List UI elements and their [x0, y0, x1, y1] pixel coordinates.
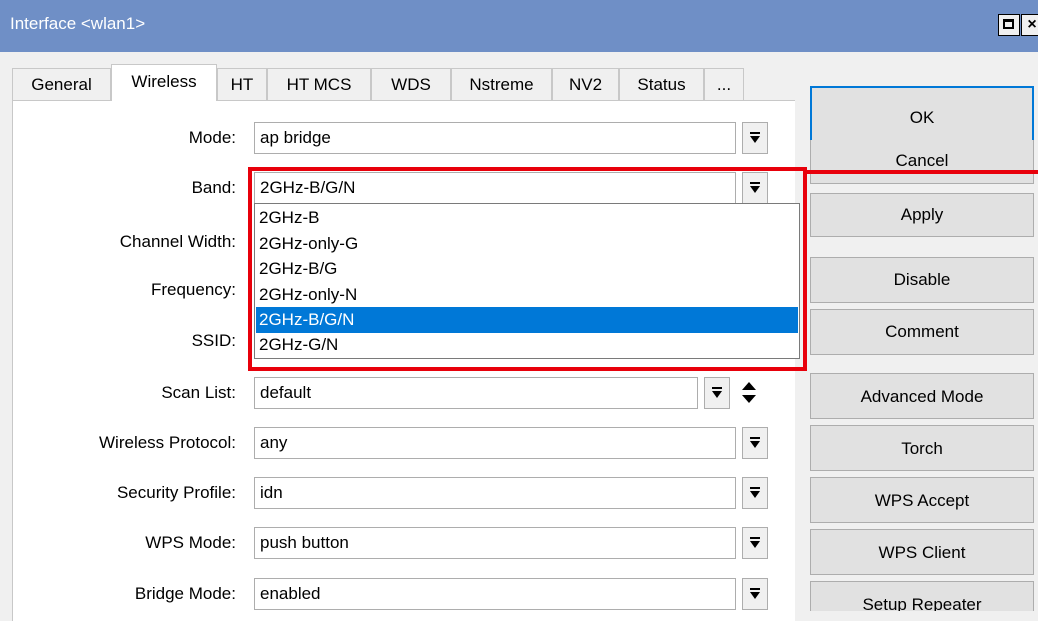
- band-label: Band:: [191, 178, 236, 197]
- ssid-label: SSID:: [191, 331, 236, 350]
- mode-dropdown-button[interactable]: [742, 122, 768, 154]
- tab-nstreme[interactable]: Nstreme: [451, 68, 552, 100]
- tab-label: ...: [716, 75, 732, 94]
- tab-wds[interactable]: WDS: [371, 68, 451, 100]
- setup-repeater-button-label: Setup Repeater: [862, 595, 982, 611]
- annotation-highlight-line: [807, 170, 1038, 174]
- security-profile-dropdown-button[interactable]: [742, 477, 768, 509]
- mode-label: Mode:: [188, 128, 236, 147]
- tab-ht[interactable]: HT: [217, 68, 267, 100]
- torch-button[interactable]: Torch: [810, 425, 1034, 471]
- tab-label: WDS: [391, 75, 431, 94]
- comment-button-label: Comment: [885, 322, 959, 341]
- advanced-mode-button[interactable]: Advanced Mode: [810, 373, 1034, 419]
- tab-ht-mcs[interactable]: HT MCS: [267, 68, 371, 100]
- tab-bar: General Wireless HT HT MCS WDS Nstreme N…: [0, 64, 800, 101]
- wireless-protocol-label: Wireless Protocol:: [99, 433, 236, 452]
- tab-label: Wireless: [131, 72, 197, 91]
- channel-width-label: Channel Width:: [119, 232, 236, 251]
- wps-mode-select[interactable]: push button: [254, 527, 736, 559]
- dropdown-arrow-icon: [750, 487, 760, 498]
- apply-button-label: Apply: [900, 205, 944, 224]
- dropdown-arrow-icon: [750, 588, 760, 599]
- tab-more[interactable]: ...: [704, 68, 744, 100]
- wireless-protocol-dropdown-button[interactable]: [742, 427, 768, 459]
- close-icon[interactable]: ×: [1021, 14, 1038, 36]
- wps-mode-dropdown-button[interactable]: [742, 527, 768, 559]
- torch-button-label: Torch: [901, 439, 943, 458]
- move-up-down-icon[interactable]: [741, 380, 757, 406]
- disable-button[interactable]: Disable: [810, 257, 1034, 303]
- scan-list-select[interactable]: default: [254, 377, 698, 409]
- tab-label: Nstreme: [469, 75, 534, 94]
- maximize-icon[interactable]: [998, 14, 1020, 36]
- tab-general[interactable]: General: [12, 68, 111, 100]
- scan-list-label: Scan List:: [161, 383, 236, 402]
- title-bar: Interface <wlan1> ×: [0, 0, 1038, 52]
- wps-client-button[interactable]: WPS Client: [810, 529, 1034, 575]
- window-title: Interface <wlan1>: [10, 14, 146, 33]
- tab-label: HT MCS: [286, 75, 352, 94]
- tab-label: HT: [230, 75, 254, 94]
- security-profile-label: Security Profile:: [116, 483, 236, 502]
- wps-accept-button-label: WPS Accept: [874, 491, 970, 510]
- dropdown-arrow-icon: [750, 537, 760, 548]
- frequency-label: Frequency:: [150, 280, 236, 299]
- apply-button[interactable]: Apply: [810, 193, 1034, 237]
- tab-label: NV2: [568, 75, 603, 94]
- bridge-mode-dropdown-button[interactable]: [742, 578, 768, 610]
- tab-wireless[interactable]: Wireless: [111, 64, 217, 101]
- setup-repeater-button[interactable]: Setup Repeater: [810, 581, 1034, 611]
- scan-list-dropdown-button[interactable]: [704, 377, 730, 409]
- comment-button[interactable]: Comment: [810, 309, 1034, 355]
- dropdown-arrow-icon: [750, 437, 760, 448]
- bridge-mode-label: Bridge Mode:: [134, 584, 236, 603]
- wps-accept-button[interactable]: WPS Accept: [810, 477, 1034, 523]
- bridge-mode-select[interactable]: enabled: [254, 578, 736, 610]
- tab-label: Status: [637, 75, 686, 94]
- cancel-button-label: Cancel: [895, 151, 949, 170]
- disable-button-label: Disable: [893, 270, 951, 289]
- wps-mode-label: WPS Mode:: [145, 533, 236, 552]
- tab-label: General: [31, 75, 92, 94]
- advanced-mode-button-label: Advanced Mode: [860, 387, 984, 406]
- annotation-highlight-box: [248, 167, 807, 371]
- security-profile-select[interactable]: idn: [254, 477, 736, 509]
- tab-status[interactable]: Status: [619, 68, 704, 100]
- wps-client-button-label: WPS Client: [878, 543, 966, 562]
- cancel-button[interactable]: Cancel: [810, 140, 1034, 184]
- tab-nv2[interactable]: NV2: [552, 68, 619, 100]
- mode-select[interactable]: ap bridge: [254, 122, 736, 154]
- ok-button-label: OK: [909, 108, 935, 127]
- dropdown-arrow-icon: [712, 387, 722, 398]
- dropdown-arrow-icon: [750, 132, 760, 143]
- wireless-protocol-select[interactable]: any: [254, 427, 736, 459]
